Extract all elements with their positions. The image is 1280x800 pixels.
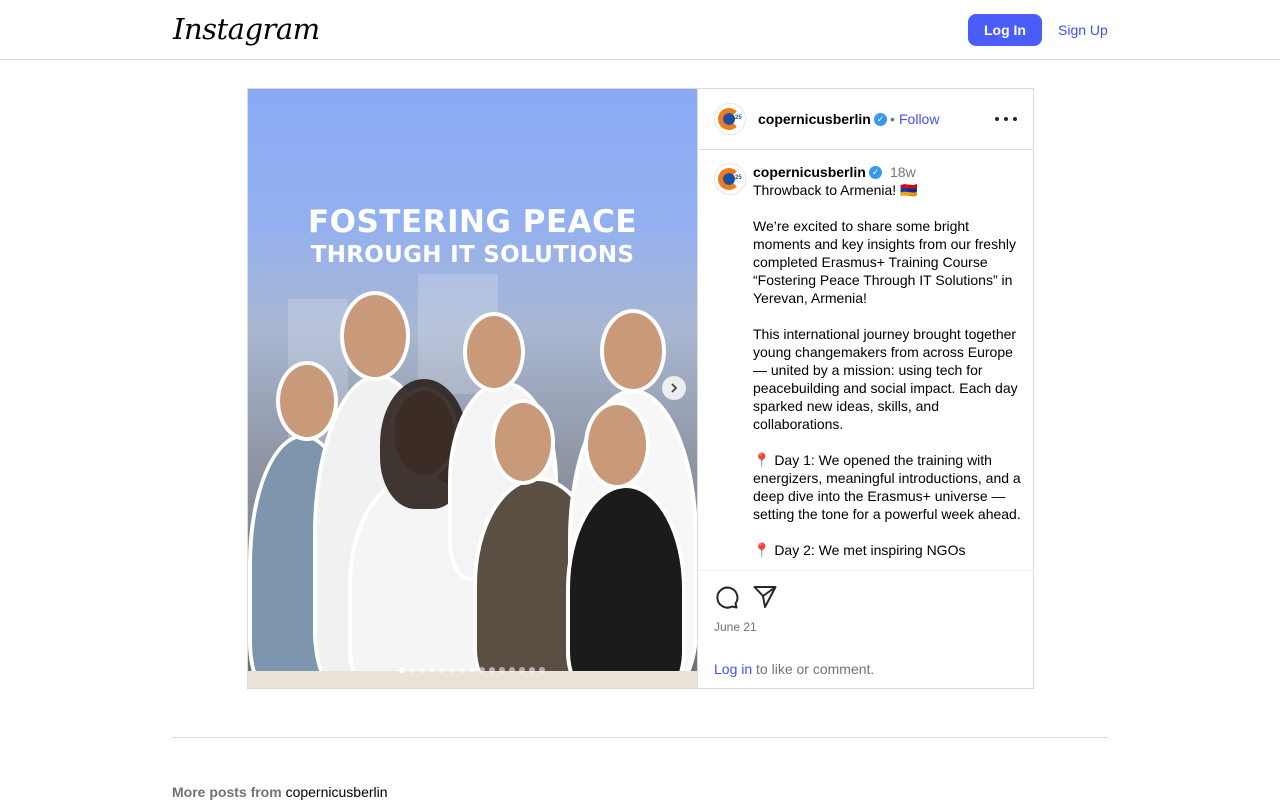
share-icon[interactable] — [752, 584, 778, 610]
instagram-logo[interactable]: Instagram — [173, 12, 320, 46]
comment-icon[interactable] — [713, 584, 739, 610]
chevron-right-icon — [671, 383, 678, 393]
author-avatar[interactable]: 25 — [714, 103, 746, 135]
person-6-head — [600, 309, 666, 393]
carousel-dot — [439, 667, 445, 673]
log-in-button[interactable]: Log In — [968, 14, 1042, 46]
caption-avatar[interactable]: 25 — [714, 163, 746, 195]
carousel-dot — [489, 667, 495, 673]
more-posts-username[interactable]: copernicusberlin — [286, 784, 388, 800]
carousel-dot — [529, 667, 535, 673]
carousel-dot — [509, 667, 515, 673]
carousel-dot — [429, 667, 435, 673]
post-time-ago[interactable]: 18w — [890, 164, 916, 180]
login-prompt-link[interactable]: Log in — [714, 661, 752, 677]
post-caption: Throwback to Armenia! 🇦🇲 We’re excited t… — [753, 182, 1021, 558]
post-header: 25 copernicusberlin ✓ • Follow — [698, 89, 1034, 150]
avatar-globe — [723, 113, 735, 125]
post-image[interactable]: FOSTERING PEACE THROUGH IT SOLUTIONS — [248, 89, 697, 688]
person-7 — [566, 484, 686, 688]
login-prompt: Log in to like or comment. — [714, 661, 874, 677]
caption-area[interactable]: 25 copernicusberlin ✓ 18w Throwback to A… — [698, 151, 1034, 570]
carousel-dot — [469, 667, 475, 673]
section-divider — [172, 737, 1108, 738]
carousel-dot — [539, 667, 545, 673]
carousel-dot — [459, 667, 465, 673]
caption-username[interactable]: copernicusberlin — [753, 164, 866, 180]
verified-badge-icon: ✓ — [874, 113, 887, 126]
sign-up-link[interactable]: Sign Up — [1058, 22, 1108, 38]
more-posts-label: More posts from — [172, 784, 282, 800]
avatar-globe — [723, 173, 735, 185]
carousel-dot — [409, 667, 415, 673]
person-7-head — [584, 401, 650, 489]
follow-button[interactable]: Follow — [899, 111, 939, 127]
person-5-head — [491, 399, 555, 485]
carousel-dot — [479, 667, 485, 673]
carousel-dot — [449, 667, 455, 673]
table — [248, 671, 697, 688]
person-4-head — [463, 312, 525, 392]
carousel-next-button[interactable] — [662, 376, 686, 400]
carousel-dot — [399, 667, 405, 673]
carousel-dot — [519, 667, 525, 673]
top-bar: Instagram Log In Sign Up — [0, 0, 1280, 60]
post-date[interactable]: June 21 — [714, 620, 757, 634]
avatar-badge-text: 25 — [735, 115, 742, 121]
post-container: FOSTERING PEACE THROUGH IT SOLUTIONS 25 — [247, 88, 1034, 689]
image-headline-line1: FOSTERING PEACE — [307, 204, 638, 240]
more-posts-heading: More posts from copernicusberlin — [172, 784, 388, 800]
verified-badge-icon: ✓ — [869, 166, 882, 179]
author-username[interactable]: copernicusberlin — [758, 111, 871, 127]
person-2-head — [340, 291, 410, 381]
post-actions: June 21 Log in to like or comment. — [698, 570, 1034, 688]
post-sidebar: 25 copernicusberlin ✓ • Follow 25 copern… — [697, 89, 1034, 688]
carousel-dot — [419, 667, 425, 673]
carousel-dot — [499, 667, 505, 673]
image-headline-line2: THROUGH IT SOLUTIONS — [310, 242, 635, 268]
avatar-badge-text: 25 — [735, 175, 742, 181]
follow-separator: • — [890, 111, 895, 127]
more-options-icon[interactable] — [995, 109, 1017, 129]
carousel-dots — [399, 667, 545, 673]
login-prompt-text: to like or comment. — [752, 661, 875, 677]
